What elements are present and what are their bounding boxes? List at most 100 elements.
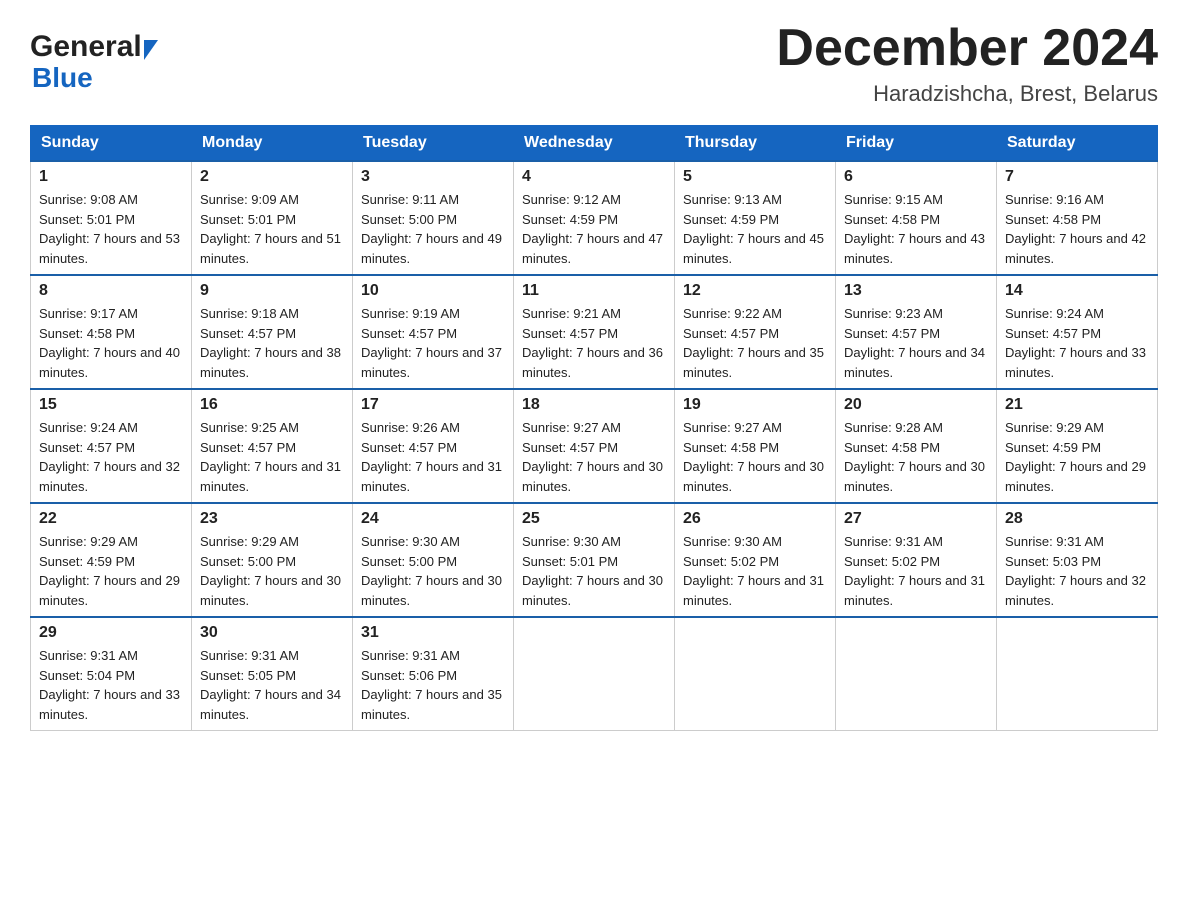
day-info: Sunrise: 9:27 AMSunset: 4:57 PMDaylight:… (522, 420, 663, 494)
day-number: 21 (1005, 396, 1149, 414)
week-row-3: 15 Sunrise: 9:24 AMSunset: 4:57 PMDaylig… (31, 389, 1158, 503)
calendar-cell: 10 Sunrise: 9:19 AMSunset: 4:57 PMDaylig… (353, 275, 514, 389)
day-info: Sunrise: 9:28 AMSunset: 4:58 PMDaylight:… (844, 420, 985, 494)
calendar-cell: 2 Sunrise: 9:09 AMSunset: 5:01 PMDayligh… (192, 161, 353, 275)
day-number: 4 (522, 168, 666, 186)
day-number: 5 (683, 168, 827, 186)
day-number: 20 (844, 396, 988, 414)
calendar-cell: 26 Sunrise: 9:30 AMSunset: 5:02 PMDaylig… (675, 503, 836, 617)
calendar-cell (836, 617, 997, 731)
calendar-cell: 7 Sunrise: 9:16 AMSunset: 4:58 PMDayligh… (997, 161, 1158, 275)
day-header-friday: Friday (836, 126, 997, 162)
day-number: 26 (683, 510, 827, 528)
calendar-table: SundayMondayTuesdayWednesdayThursdayFrid… (30, 125, 1158, 731)
day-info: Sunrise: 9:30 AMSunset: 5:01 PMDaylight:… (522, 534, 663, 608)
calendar-cell: 18 Sunrise: 9:27 AMSunset: 4:57 PMDaylig… (514, 389, 675, 503)
calendar-cell: 13 Sunrise: 9:23 AMSunset: 4:57 PMDaylig… (836, 275, 997, 389)
calendar-cell: 29 Sunrise: 9:31 AMSunset: 5:04 PMDaylig… (31, 617, 192, 731)
day-number: 11 (522, 282, 666, 300)
day-header-sunday: Sunday (31, 126, 192, 162)
day-info: Sunrise: 9:11 AMSunset: 5:00 PMDaylight:… (361, 192, 502, 266)
day-header-tuesday: Tuesday (353, 126, 514, 162)
calendar-cell: 20 Sunrise: 9:28 AMSunset: 4:58 PMDaylig… (836, 389, 997, 503)
day-info: Sunrise: 9:09 AMSunset: 5:01 PMDaylight:… (200, 192, 341, 266)
day-info: Sunrise: 9:12 AMSunset: 4:59 PMDaylight:… (522, 192, 663, 266)
day-info: Sunrise: 9:30 AMSunset: 5:00 PMDaylight:… (361, 534, 502, 608)
day-info: Sunrise: 9:31 AMSunset: 5:02 PMDaylight:… (844, 534, 985, 608)
day-number: 17 (361, 396, 505, 414)
calendar-cell: 22 Sunrise: 9:29 AMSunset: 4:59 PMDaylig… (31, 503, 192, 617)
day-number: 22 (39, 510, 183, 528)
day-info: Sunrise: 9:21 AMSunset: 4:57 PMDaylight:… (522, 306, 663, 380)
calendar-cell: 30 Sunrise: 9:31 AMSunset: 5:05 PMDaylig… (192, 617, 353, 731)
calendar-cell: 11 Sunrise: 9:21 AMSunset: 4:57 PMDaylig… (514, 275, 675, 389)
day-info: Sunrise: 9:19 AMSunset: 4:57 PMDaylight:… (361, 306, 502, 380)
calendar-cell (997, 617, 1158, 731)
day-number: 23 (200, 510, 344, 528)
calendar-cell: 6 Sunrise: 9:15 AMSunset: 4:58 PMDayligh… (836, 161, 997, 275)
calendar-cell: 28 Sunrise: 9:31 AMSunset: 5:03 PMDaylig… (997, 503, 1158, 617)
day-number: 6 (844, 168, 988, 186)
day-info: Sunrise: 9:08 AMSunset: 5:01 PMDaylight:… (39, 192, 180, 266)
week-row-1: 1 Sunrise: 9:08 AMSunset: 5:01 PMDayligh… (31, 161, 1158, 275)
day-info: Sunrise: 9:29 AMSunset: 4:59 PMDaylight:… (1005, 420, 1146, 494)
day-number: 8 (39, 282, 183, 300)
day-number: 29 (39, 624, 183, 642)
day-number: 31 (361, 624, 505, 642)
day-number: 13 (844, 282, 988, 300)
calendar-cell: 9 Sunrise: 9:18 AMSunset: 4:57 PMDayligh… (192, 275, 353, 389)
day-header-wednesday: Wednesday (514, 126, 675, 162)
calendar-cell: 31 Sunrise: 9:31 AMSunset: 5:06 PMDaylig… (353, 617, 514, 731)
day-header-saturday: Saturday (997, 126, 1158, 162)
day-number: 1 (39, 168, 183, 186)
day-info: Sunrise: 9:17 AMSunset: 4:58 PMDaylight:… (39, 306, 180, 380)
day-info: Sunrise: 9:15 AMSunset: 4:58 PMDaylight:… (844, 192, 985, 266)
calendar-cell: 5 Sunrise: 9:13 AMSunset: 4:59 PMDayligh… (675, 161, 836, 275)
day-number: 9 (200, 282, 344, 300)
day-info: Sunrise: 9:31 AMSunset: 5:05 PMDaylight:… (200, 648, 341, 722)
day-number: 15 (39, 396, 183, 414)
day-info: Sunrise: 9:29 AMSunset: 4:59 PMDaylight:… (39, 534, 180, 608)
day-number: 16 (200, 396, 344, 414)
day-number: 3 (361, 168, 505, 186)
day-number: 12 (683, 282, 827, 300)
day-info: Sunrise: 9:31 AMSunset: 5:06 PMDaylight:… (361, 648, 502, 722)
week-row-4: 22 Sunrise: 9:29 AMSunset: 4:59 PMDaylig… (31, 503, 1158, 617)
calendar-cell: 17 Sunrise: 9:26 AMSunset: 4:57 PMDaylig… (353, 389, 514, 503)
calendar-cell: 3 Sunrise: 9:11 AMSunset: 5:00 PMDayligh… (353, 161, 514, 275)
day-info: Sunrise: 9:24 AMSunset: 4:57 PMDaylight:… (1005, 306, 1146, 380)
day-info: Sunrise: 9:22 AMSunset: 4:57 PMDaylight:… (683, 306, 824, 380)
month-title: December 2024 (776, 20, 1158, 77)
day-info: Sunrise: 9:26 AMSunset: 4:57 PMDaylight:… (361, 420, 502, 494)
day-number: 19 (683, 396, 827, 414)
day-number: 24 (361, 510, 505, 528)
calendar-cell (514, 617, 675, 731)
day-info: Sunrise: 9:16 AMSunset: 4:58 PMDaylight:… (1005, 192, 1146, 266)
title-area: December 2024 Haradzishcha, Brest, Belar… (776, 20, 1158, 107)
calendar-cell: 12 Sunrise: 9:22 AMSunset: 4:57 PMDaylig… (675, 275, 836, 389)
day-number: 25 (522, 510, 666, 528)
day-number: 30 (200, 624, 344, 642)
day-number: 27 (844, 510, 988, 528)
calendar-cell: 23 Sunrise: 9:29 AMSunset: 5:00 PMDaylig… (192, 503, 353, 617)
calendar-cell: 14 Sunrise: 9:24 AMSunset: 4:57 PMDaylig… (997, 275, 1158, 389)
day-info: Sunrise: 9:13 AMSunset: 4:59 PMDaylight:… (683, 192, 824, 266)
week-row-2: 8 Sunrise: 9:17 AMSunset: 4:58 PMDayligh… (31, 275, 1158, 389)
calendar-cell: 16 Sunrise: 9:25 AMSunset: 4:57 PMDaylig… (192, 389, 353, 503)
calendar-cell (675, 617, 836, 731)
day-info: Sunrise: 9:25 AMSunset: 4:57 PMDaylight:… (200, 420, 341, 494)
day-info: Sunrise: 9:31 AMSunset: 5:03 PMDaylight:… (1005, 534, 1146, 608)
calendar-cell: 19 Sunrise: 9:27 AMSunset: 4:58 PMDaylig… (675, 389, 836, 503)
calendar-cell: 24 Sunrise: 9:30 AMSunset: 5:00 PMDaylig… (353, 503, 514, 617)
week-row-5: 29 Sunrise: 9:31 AMSunset: 5:04 PMDaylig… (31, 617, 1158, 731)
day-info: Sunrise: 9:24 AMSunset: 4:57 PMDaylight:… (39, 420, 180, 494)
logo: General Blue (30, 30, 158, 94)
day-info: Sunrise: 9:27 AMSunset: 4:58 PMDaylight:… (683, 420, 824, 494)
location-title: Haradzishcha, Brest, Belarus (776, 81, 1158, 107)
calendar-cell: 15 Sunrise: 9:24 AMSunset: 4:57 PMDaylig… (31, 389, 192, 503)
day-header-thursday: Thursday (675, 126, 836, 162)
day-header-row: SundayMondayTuesdayWednesdayThursdayFrid… (31, 126, 1158, 162)
day-number: 7 (1005, 168, 1149, 186)
calendar-cell: 4 Sunrise: 9:12 AMSunset: 4:59 PMDayligh… (514, 161, 675, 275)
logo-blue-text: Blue (32, 62, 158, 94)
